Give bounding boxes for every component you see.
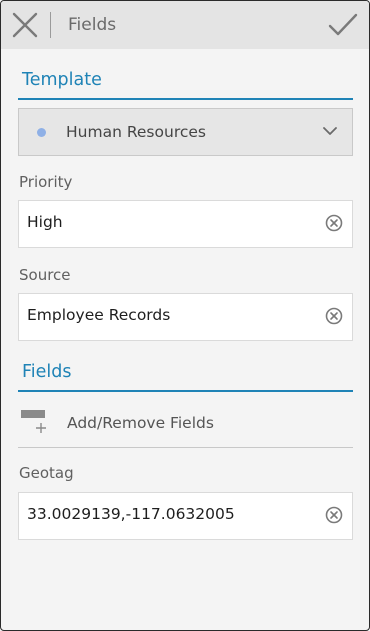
clear-icon[interactable] <box>325 214 343 232</box>
close-icon <box>12 12 38 38</box>
fields-heading: Fields <box>22 362 72 382</box>
add-fields-icon <box>21 410 46 433</box>
checkmark-icon <box>328 13 358 36</box>
template-section-header: Template <box>18 70 353 100</box>
clear-icon[interactable] <box>325 506 343 524</box>
priority-value: High <box>27 213 63 231</box>
fields-section-header: Fields <box>18 362 353 392</box>
template-dropdown[interactable]: Human Resources <box>18 108 353 156</box>
template-heading: Template <box>22 70 102 90</box>
priority-label: Priority <box>19 173 73 191</box>
page-title: Fields <box>68 15 117 35</box>
priority-field[interactable]: High <box>18 200 353 248</box>
top-action-bar: Fields <box>1 1 369 49</box>
source-label: Source <box>19 266 71 284</box>
template-selected-value: Human Resources <box>66 123 206 141</box>
geotag-value: 33.0029139,-117.0632005 <box>27 505 235 523</box>
confirm-button[interactable] <box>323 5 363 45</box>
source-field[interactable]: Employee Records <box>18 293 353 341</box>
add-remove-fields-label: Add/Remove Fields <box>67 414 214 432</box>
source-value: Employee Records <box>27 306 171 324</box>
chevron-down-icon <box>323 127 337 135</box>
toolbar-divider <box>50 12 51 38</box>
close-button[interactable] <box>1 1 49 49</box>
geotag-label: Geotag <box>19 464 74 482</box>
app-window: Fields Template Human Resources Priority… <box>0 0 370 631</box>
geotag-field[interactable]: 33.0029139,-117.0632005 <box>18 492 353 540</box>
add-remove-fields-button[interactable]: Add/Remove Fields <box>18 397 353 448</box>
clear-icon[interactable] <box>325 307 343 325</box>
template-color-dot <box>37 127 46 137</box>
